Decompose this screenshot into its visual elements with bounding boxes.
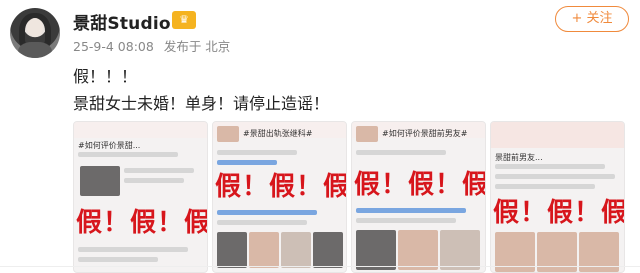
post-text-line2: 景甜女士未婚！单身！请停止造谣！ (73, 94, 330, 113)
post-source: 发布于 北京 (163, 39, 231, 54)
thumb-line (78, 247, 188, 252)
post-date: 25-9-4 08:08 (73, 39, 154, 54)
post-image-3[interactable]: #如何评价景甜前男友# 假！假！假！ (351, 121, 486, 273)
post-text-line1: 假！！！ (73, 67, 138, 86)
thumb-line (78, 152, 178, 157)
thumb-photo (398, 230, 438, 270)
thumb-line (124, 178, 184, 183)
post-meta: 25-9-4 08:08 发布于 北京 (73, 36, 236, 55)
action-bar (0, 266, 640, 273)
thumb-line (356, 150, 446, 155)
avatar-face (27, 18, 43, 37)
thumb-link (356, 208, 466, 213)
thumb-line (495, 164, 605, 169)
thumb-line (356, 218, 456, 223)
fake-stamp: 假！假！假！ (215, 172, 346, 202)
avatar[interactable] (10, 8, 60, 58)
thumb-line (495, 174, 615, 179)
thumb-caption: #如何评价景甜前男友# (382, 129, 468, 138)
fake-stamp: 假！假！假！ (493, 198, 624, 228)
thumb-caption: #如何评价景甜... (78, 141, 141, 150)
thumb-photo (249, 232, 279, 268)
thumb-caption: 景甜前男友... (495, 153, 543, 162)
thumb-link (217, 160, 277, 165)
thumb-line (495, 184, 595, 189)
post-image-4[interactable]: 景甜前男友... 假！假！假！ (490, 121, 625, 273)
thumb-avatar (217, 126, 239, 142)
thumb-photo (80, 166, 120, 196)
thumb-link (217, 210, 317, 215)
post-image-1[interactable]: #如何评价景甜... 假！假！假！ (73, 121, 208, 273)
fake-stamp: 假！假！假！ (76, 208, 207, 238)
thumb-line (217, 220, 307, 225)
thumb-photo (440, 230, 480, 270)
thumb-line (217, 150, 297, 155)
thumb-header (74, 122, 207, 138)
thumb-header (491, 122, 624, 148)
thumb-line (124, 168, 194, 173)
fake-stamp: 假！假！假！ (354, 170, 485, 200)
avatar-body (18, 42, 52, 58)
thumb-photo (313, 232, 343, 268)
post-image-2[interactable]: #景甜出轨张继科# 假！假！假！ (212, 121, 347, 273)
vip-badge-icon: ♛ (172, 11, 196, 29)
thumb-photo (356, 230, 396, 270)
thumb-caption: #景甜出轨张继科# (243, 129, 313, 138)
thumb-line (78, 257, 158, 262)
thumb-avatar (356, 126, 378, 142)
thumb-photo (217, 232, 247, 268)
username[interactable]: 景甜Studio (73, 9, 171, 34)
follow-button[interactable]: + 关注 (555, 6, 629, 32)
thumb-photo (281, 232, 311, 268)
